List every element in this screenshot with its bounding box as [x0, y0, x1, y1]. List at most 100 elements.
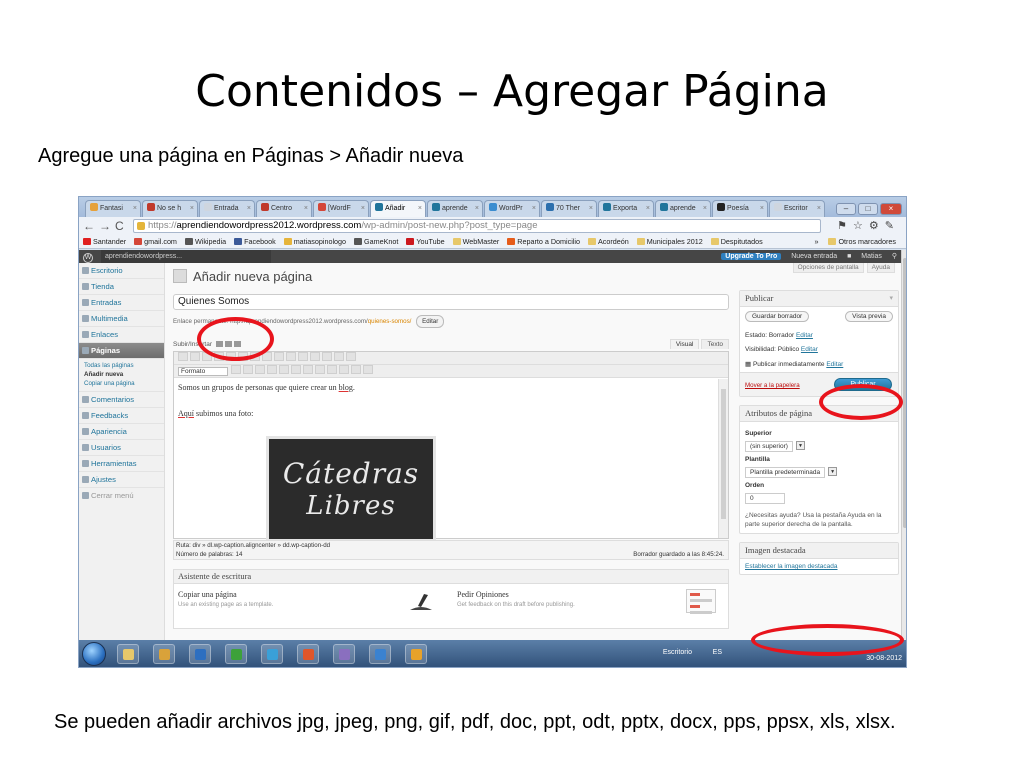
italic-button[interactable]	[190, 352, 200, 361]
preview-button[interactable]: Vista previa	[845, 311, 893, 322]
outdent-button[interactable]	[315, 365, 325, 374]
template-dropdown-icon[interactable]: ▼	[828, 467, 838, 476]
page-scroll-thumb[interactable]	[903, 258, 906, 528]
move-to-trash-link[interactable]: Mover a la papelera	[745, 382, 800, 389]
fullscreen-button[interactable]	[334, 352, 344, 361]
close-tab-icon[interactable]: ×	[247, 201, 251, 216]
visibility-edit-link[interactable]: Editar	[801, 346, 818, 353]
close-tab-icon[interactable]: ×	[133, 201, 137, 216]
more-button[interactable]	[310, 352, 320, 361]
browser-tab[interactable]: Centro ×	[256, 200, 312, 217]
underline-button[interactable]	[231, 365, 241, 374]
taskbar-app[interactable]	[369, 644, 391, 664]
taskbar-app[interactable]	[153, 644, 175, 664]
reload-icon[interactable]: C	[115, 218, 124, 234]
align-right-button[interactable]	[274, 352, 284, 361]
taskbar-app[interactable]	[333, 644, 355, 664]
bookmark-item[interactable]: gmail.com	[134, 235, 177, 248]
parent-select[interactable]: (sin superior)	[745, 441, 793, 452]
paste-word-button[interactable]	[279, 365, 289, 374]
bookmark-item[interactable]: Reparto a Domicilio	[507, 235, 580, 248]
collapse-menu-button[interactable]: Cerrar menú	[79, 488, 164, 504]
close-window-button[interactable]: ×	[880, 203, 902, 215]
editor-body[interactable]: Somos un grupos de personas que quiere c…	[174, 379, 718, 542]
close-tab-icon[interactable]: ×	[703, 201, 707, 216]
forward-icon[interactable]: →	[99, 218, 111, 234]
indent-button[interactable]	[327, 365, 337, 374]
bookmark-item[interactable]: YouTube	[406, 235, 445, 248]
minimize-button[interactable]: –	[836, 203, 856, 215]
schedule-edit-link[interactable]: Editar	[826, 361, 843, 368]
new-entry-link[interactable]: Nueva entrada	[791, 253, 837, 260]
star-icon[interactable]: ☆	[853, 220, 869, 232]
sidebar-item[interactable]: Comentarios	[79, 392, 164, 408]
close-tab-icon[interactable]: ×	[817, 201, 821, 216]
bookmarks-more[interactable]: »	[814, 235, 818, 248]
request-feedback-option[interactable]: Pedir Opiniones Get feedback on this dra…	[457, 590, 575, 608]
text-color-button[interactable]	[255, 365, 265, 374]
browser-tab[interactable]: 70 Ther ×	[541, 200, 597, 217]
close-tab-icon[interactable]: ×	[646, 201, 650, 216]
browser-tab[interactable]: Poesía ×	[712, 200, 768, 217]
site-name[interactable]: aprendiendowordpress...	[101, 250, 271, 263]
set-featured-image-link[interactable]: Establecer la imagen destacada	[740, 559, 898, 574]
link-button[interactable]	[286, 352, 296, 361]
url-input[interactable]: https://aprendiendowordpress2012.wordpre…	[133, 219, 821, 233]
page-scrollbar[interactable]	[901, 250, 906, 640]
start-button[interactable]	[82, 642, 106, 666]
user-name[interactable]: Matias	[861, 253, 882, 260]
paste-text-button[interactable]	[267, 365, 277, 374]
redo-button[interactable]	[351, 365, 361, 374]
close-tab-icon[interactable]: ×	[190, 201, 194, 216]
taskbar-app[interactable]	[261, 644, 283, 664]
desktop-label[interactable]: Escritorio	[663, 648, 692, 658]
browser-tab[interactable]: aprende ×	[427, 200, 483, 217]
tab-visual[interactable]: Visual	[669, 339, 700, 349]
close-tab-icon[interactable]: ×	[760, 201, 764, 216]
inserted-image[interactable]: Cátedras Libres	[266, 436, 436, 542]
sidebar-item[interactable]: Feedbacks	[79, 408, 164, 424]
sidebar-item[interactable]: Entradas	[79, 295, 164, 311]
bookmark-item[interactable]: WebMaster	[452, 235, 499, 248]
bookmark-item[interactable]: Facebook	[234, 235, 276, 248]
taskbar-app[interactable]	[405, 644, 427, 664]
help-button[interactable]: Ayuda	[866, 263, 895, 273]
template-select[interactable]: Plantilla predeterminada	[745, 467, 826, 478]
sidebar-subitem[interactable]: Añadir nueva	[79, 370, 164, 379]
justify-button[interactable]	[243, 365, 253, 374]
sidebar-item[interactable]: Multimedia	[79, 311, 164, 327]
sidebar-item[interactable]: Herramientas	[79, 456, 164, 472]
collapse-arrow-icon[interactable]: ▾	[889, 291, 893, 306]
gear-icon[interactable]: ⚙	[869, 220, 885, 232]
upgrade-button[interactable]: Upgrade To Pro	[721, 253, 782, 260]
clear-format-button[interactable]	[291, 365, 301, 374]
special-char-button[interactable]	[303, 365, 313, 374]
close-tab-icon[interactable]: ×	[304, 201, 308, 216]
flag-icon[interactable]: ⚑	[837, 220, 853, 232]
wrench-icon[interactable]: ✎	[885, 220, 900, 232]
bold-button[interactable]	[178, 352, 188, 361]
browser-tab[interactable]: Añadir ×	[370, 200, 426, 217]
taskbar-app[interactable]	[297, 644, 319, 664]
sidebar-item[interactable]: Páginas	[79, 343, 164, 359]
close-tab-icon[interactable]: ×	[532, 201, 536, 216]
sidebar-item[interactable]: Enlaces	[79, 327, 164, 343]
kitchen-sink-button[interactable]	[346, 352, 356, 361]
undo-button[interactable]	[339, 365, 349, 374]
close-tab-icon[interactable]: ×	[475, 201, 479, 216]
sidebar-subitem[interactable]: Todas las páginas	[79, 361, 164, 370]
maximize-button[interactable]: □	[858, 203, 878, 215]
unlink-button[interactable]	[298, 352, 308, 361]
bookmark-item[interactable]: matiasopinologo	[283, 235, 346, 248]
parent-dropdown-icon[interactable]: ▼	[795, 441, 805, 450]
permalink-slug[interactable]: quienes-somos/	[368, 318, 412, 325]
browser-tab[interactable]: WordPr ×	[484, 200, 540, 217]
order-input[interactable]: 0	[745, 493, 785, 504]
wordpress-logo-icon[interactable]: W	[83, 253, 93, 263]
browser-tab[interactable]: [WordF ×	[313, 200, 369, 217]
copy-page-option[interactable]: Copiar una página Use an existing page a…	[178, 590, 273, 608]
sidebar-item[interactable]: Apariencia	[79, 424, 164, 440]
sidebar-subitem[interactable]: Copiar una página	[79, 379, 164, 388]
sidebar-item[interactable]: Usuarios	[79, 440, 164, 456]
browser-tab[interactable]: Escritor ×	[769, 200, 825, 217]
